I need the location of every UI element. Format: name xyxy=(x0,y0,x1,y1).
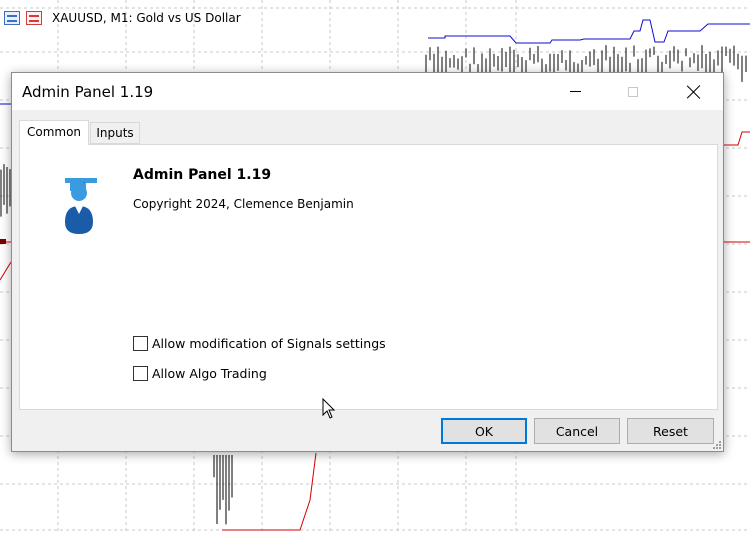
reset-button[interactable]: Reset xyxy=(627,418,714,444)
allow-signals-option[interactable]: Allow modification of Signals settings xyxy=(133,336,386,351)
mouse-cursor-icon xyxy=(322,398,336,419)
list-icon[interactable] xyxy=(4,11,20,25)
price-level-marker xyxy=(0,239,6,244)
minimize-icon xyxy=(569,91,581,92)
chart-icon[interactable] xyxy=(26,11,42,25)
tab-inputs[interactable]: Inputs xyxy=(90,122,140,144)
dialog-title: Admin Panel 1.19 xyxy=(22,83,154,101)
app-name: Admin Panel 1.19 xyxy=(133,167,272,183)
allow-algo-option[interactable]: Allow Algo Trading xyxy=(133,366,267,381)
lower-band-line-bottom xyxy=(222,452,317,531)
cancel-button[interactable]: Cancel xyxy=(534,418,620,444)
chart-title-bar: XAUUSD, M1: Gold vs US Dollar xyxy=(4,9,241,27)
allow-algo-label[interactable]: Allow Algo Trading xyxy=(152,366,267,381)
copyright-text: Copyright 2024, Clemence Benjamin xyxy=(133,197,354,211)
common-tab-panel: Admin Panel 1.19 Copyright 2024, Clemenc… xyxy=(19,144,718,419)
allow-algo-checkbox[interactable] xyxy=(133,366,148,381)
close-button[interactable] xyxy=(671,73,717,110)
minimize-button[interactable] xyxy=(552,73,598,110)
lower-band-line xyxy=(722,131,750,146)
tab-common[interactable]: Common xyxy=(19,120,89,145)
lower-band-line-left xyxy=(0,261,12,281)
close-icon xyxy=(687,85,701,99)
dialog-titlebar[interactable]: Admin Panel 1.19 xyxy=(12,73,723,110)
upper-band-line xyxy=(428,19,750,44)
ok-button[interactable]: OK xyxy=(441,418,527,444)
allow-signals-checkbox[interactable] xyxy=(133,336,148,351)
maximize-button xyxy=(610,73,656,110)
app-logo-icon xyxy=(65,178,97,234)
maximize-icon xyxy=(628,86,638,97)
chart-symbol-label: XAUUSD, M1: Gold vs US Dollar xyxy=(52,11,241,25)
resize-grip-icon[interactable] xyxy=(712,440,722,450)
allow-signals-label[interactable]: Allow modification of Signals settings xyxy=(152,336,386,351)
admin-panel-dialog: Admin Panel 1.19 Common Inputs Admin Pan… xyxy=(11,72,724,452)
